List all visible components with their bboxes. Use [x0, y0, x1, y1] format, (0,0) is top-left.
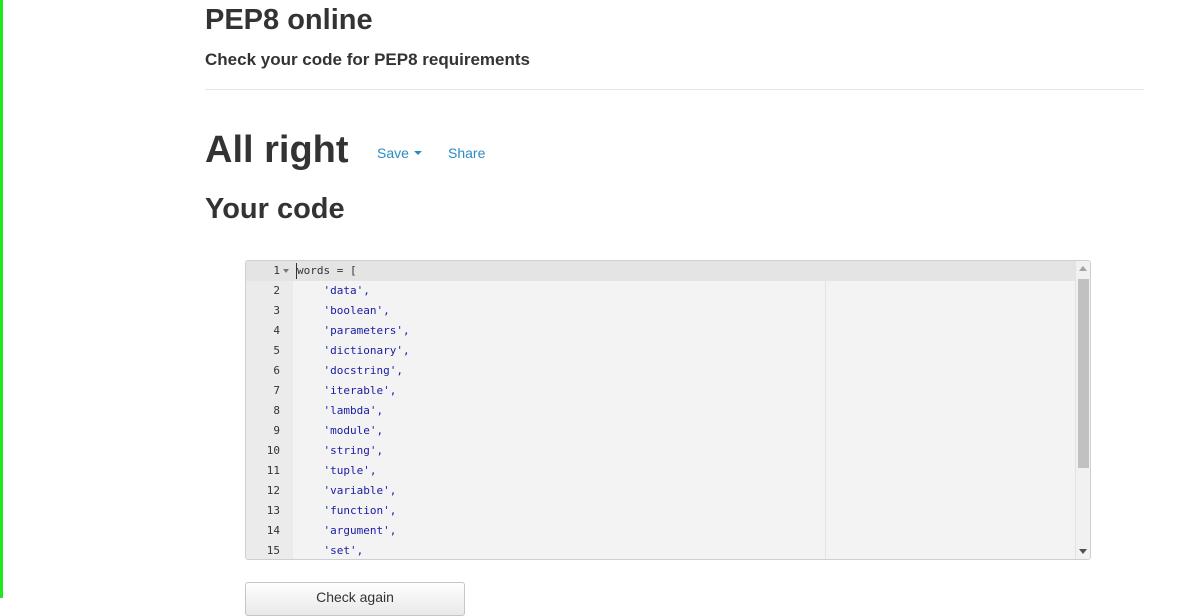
- line-text: 'boolean',: [297, 304, 390, 317]
- code-line[interactable]: 2 'data',: [246, 281, 1076, 301]
- line-number: 4: [273, 324, 280, 337]
- line-number: 5: [273, 344, 280, 357]
- page-title: PEP8 online: [205, 4, 373, 36]
- scroll-up-arrow-icon[interactable]: [1079, 266, 1087, 271]
- code-line[interactable]: 7 'iterable',: [246, 381, 1076, 401]
- caret-down-icon: [413, 151, 422, 155]
- code-line[interactable]: 9 'module',: [246, 421, 1076, 441]
- scrollbar-thumb[interactable]: [1078, 279, 1089, 468]
- line-text: 'function',: [297, 504, 397, 517]
- line-number: 15: [266, 544, 280, 557]
- check-again-button[interactable]: Check again: [245, 582, 465, 616]
- result-status: All right: [205, 129, 349, 171]
- code-line[interactable]: 13 'function',: [246, 501, 1076, 521]
- code-line[interactable]: 10 'string',: [246, 441, 1076, 461]
- line-text: 'variable',: [297, 484, 397, 497]
- line-text: 'parameters',: [297, 324, 410, 337]
- code-line[interactable]: 3 'boolean',: [246, 301, 1076, 321]
- line-number: 3: [273, 304, 280, 317]
- line-text: 'argument',: [297, 524, 397, 537]
- line-text: 'module',: [297, 424, 384, 437]
- line-number: 2: [273, 284, 280, 297]
- line-number: 10: [266, 444, 280, 457]
- line-text: 'iterable',: [297, 384, 397, 397]
- line-number: 8: [273, 404, 280, 417]
- line-number: 6: [273, 364, 280, 377]
- code-editor[interactable]: 1 words = [2 'data', 3 'boolean', 4 'parame…: [245, 260, 1091, 560]
- line-number: 12: [266, 484, 280, 497]
- fold-arrow-icon[interactable]: [283, 269, 289, 273]
- line-text: 'tuple',: [297, 464, 377, 477]
- code-line[interactable]: 6 'docstring',: [246, 361, 1076, 381]
- line-number: 14: [266, 524, 280, 537]
- line-number: 9: [273, 424, 280, 437]
- code-line[interactable]: 11 'tuple',: [246, 461, 1076, 481]
- window-edge-bar: [0, 0, 3, 598]
- code-line[interactable]: 14 'argument',: [246, 521, 1076, 541]
- line-text: 'data',: [297, 284, 370, 297]
- code-line[interactable]: 4 'parameters',: [246, 321, 1076, 341]
- code-line[interactable]: 1 words = [: [246, 261, 1076, 281]
- line-text: 'set',: [297, 544, 364, 557]
- save-label: Save: [377, 145, 409, 161]
- header-divider: [205, 89, 1144, 90]
- line-text: 'docstring',: [297, 364, 403, 377]
- line-text: 'lambda',: [297, 404, 384, 417]
- line-text: 'string',: [297, 444, 384, 457]
- line-number: 11: [266, 464, 280, 477]
- save-dropdown-button[interactable]: Save: [377, 145, 422, 161]
- share-link[interactable]: Share: [448, 145, 485, 161]
- line-number: 1: [273, 264, 280, 277]
- code-line[interactable]: 5 'dictionary',: [246, 341, 1076, 361]
- editor-scrollbar[interactable]: [1075, 261, 1090, 559]
- line-number: 7: [273, 384, 280, 397]
- line-text: words = [: [297, 264, 357, 277]
- line-number: 13: [266, 504, 280, 517]
- line-text: 'dictionary',: [297, 344, 410, 357]
- code-line[interactable]: 12 'variable',: [246, 481, 1076, 501]
- code-line[interactable]: 8 'lambda',: [246, 401, 1076, 421]
- code-lines[interactable]: 1 words = [2 'data', 3 'boolean', 4 'parame…: [246, 261, 1076, 559]
- code-section-heading: Your code: [205, 193, 345, 225]
- page-subtitle: Check your code for PEP8 requirements: [205, 50, 530, 69]
- code-line[interactable]: 15 'set',: [246, 541, 1076, 559]
- scroll-down-arrow-icon[interactable]: [1079, 549, 1087, 554]
